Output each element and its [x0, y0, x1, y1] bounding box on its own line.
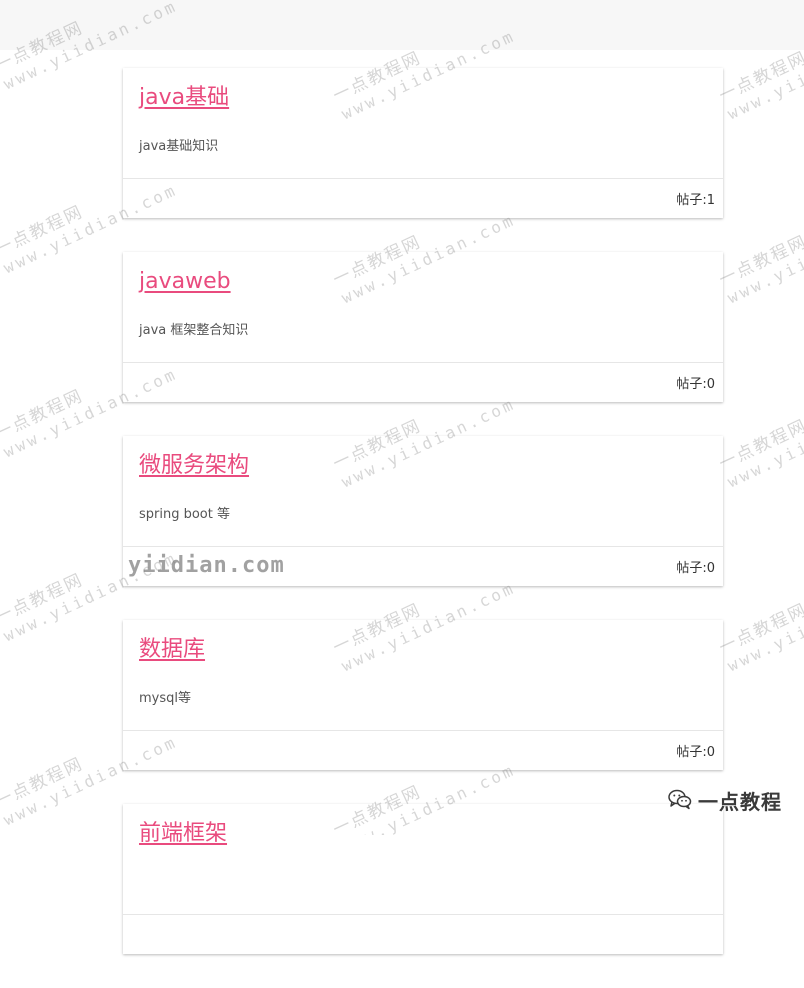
category-description: java 框架整合知识	[139, 323, 249, 338]
category-description: spring boot 等	[139, 507, 230, 522]
category-description: mysql等	[139, 691, 191, 706]
watermark-zh: 一点教程网	[716, 599, 804, 659]
category-card: 前端框架	[123, 804, 723, 954]
card-body: 前端框架	[123, 804, 723, 914]
card-footer: 帖子:0	[123, 730, 723, 770]
top-bar	[0, 0, 804, 50]
watermark-en: www.yiidian.com	[724, 210, 804, 308]
post-count: 帖子:1	[676, 193, 715, 208]
brand-name: 一点教程	[698, 790, 782, 814]
category-title-link[interactable]: javaweb	[139, 266, 231, 298]
category-list: java基础 java基础知识 帖子:1 javaweb java 框架整合知识…	[123, 68, 723, 988]
site-stamp: yiidian.com	[128, 553, 285, 578]
category-title-link[interactable]: 前端框架	[139, 818, 227, 850]
watermark: 一点教程网 www.yiidian.com	[716, 560, 804, 676]
category-card: java基础 java基础知识 帖子:1	[123, 68, 723, 218]
card-body: 微服务架构 spring boot 等	[123, 436, 723, 546]
category-card: 数据库 mysql等 帖子:0	[123, 620, 723, 770]
card-footer: 帖子:0	[123, 362, 723, 402]
category-title-link[interactable]: 数据库	[139, 634, 205, 666]
card-body: 数据库 mysql等	[123, 620, 723, 730]
watermark-en: www.yiidian.com	[724, 394, 804, 492]
post-count: 帖子:0	[676, 745, 715, 760]
wechat-icon	[668, 788, 692, 814]
category-title-link[interactable]: 微服务架构	[139, 450, 249, 482]
category-title-link[interactable]: java基础	[139, 82, 229, 114]
card-body: java基础 java基础知识	[123, 68, 723, 178]
watermark-zh: 一点教程网	[716, 415, 804, 475]
category-description: java基础知识	[139, 139, 219, 154]
post-count: 帖子:0	[676, 377, 715, 392]
watermark-en: www.yiidian.com	[724, 578, 804, 676]
brand-badge: 一点教程	[668, 786, 782, 815]
watermark: 一点教程网 www.yiidian.com	[716, 192, 804, 308]
card-footer: 帖子:1	[123, 178, 723, 218]
category-card: javaweb java 框架整合知识 帖子:0	[123, 252, 723, 402]
watermark: 一点教程网 www.yiidian.com	[716, 376, 804, 492]
watermark-zh: 一点教程网	[716, 231, 804, 291]
card-body: javaweb java 框架整合知识	[123, 252, 723, 362]
post-count: 帖子:0	[676, 561, 715, 576]
card-footer	[123, 914, 723, 954]
